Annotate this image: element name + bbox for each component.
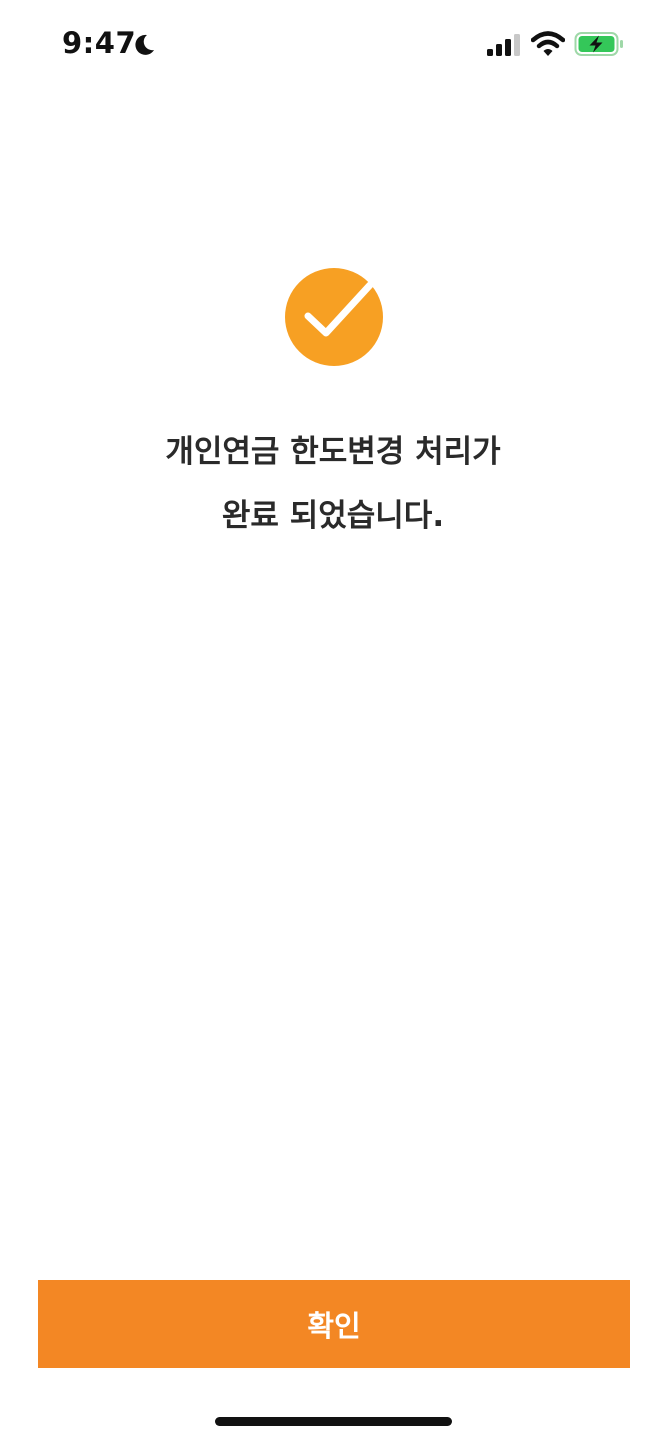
- completion-message-line1: 개인연금 한도변경 처리가: [165, 434, 501, 470]
- confirm-button[interactable]: 확인: [38, 1280, 630, 1368]
- completion-message: 개인연금 한도변경 처리가 완료 되었습니다.: [0, 420, 666, 548]
- battery-charging-icon: [574, 32, 623, 56]
- completion-message-line2: 완료 되었습니다.: [221, 498, 445, 534]
- moon-icon: [135, 34, 154, 55]
- home-indicator[interactable]: [215, 1417, 452, 1426]
- status-time: 9:47: [62, 26, 137, 60]
- status-bar: 9:47: [0, 0, 666, 90]
- check-circle-icon: [285, 268, 383, 366]
- cellular-signal-icon: [487, 34, 520, 56]
- wifi-icon: [531, 31, 565, 56]
